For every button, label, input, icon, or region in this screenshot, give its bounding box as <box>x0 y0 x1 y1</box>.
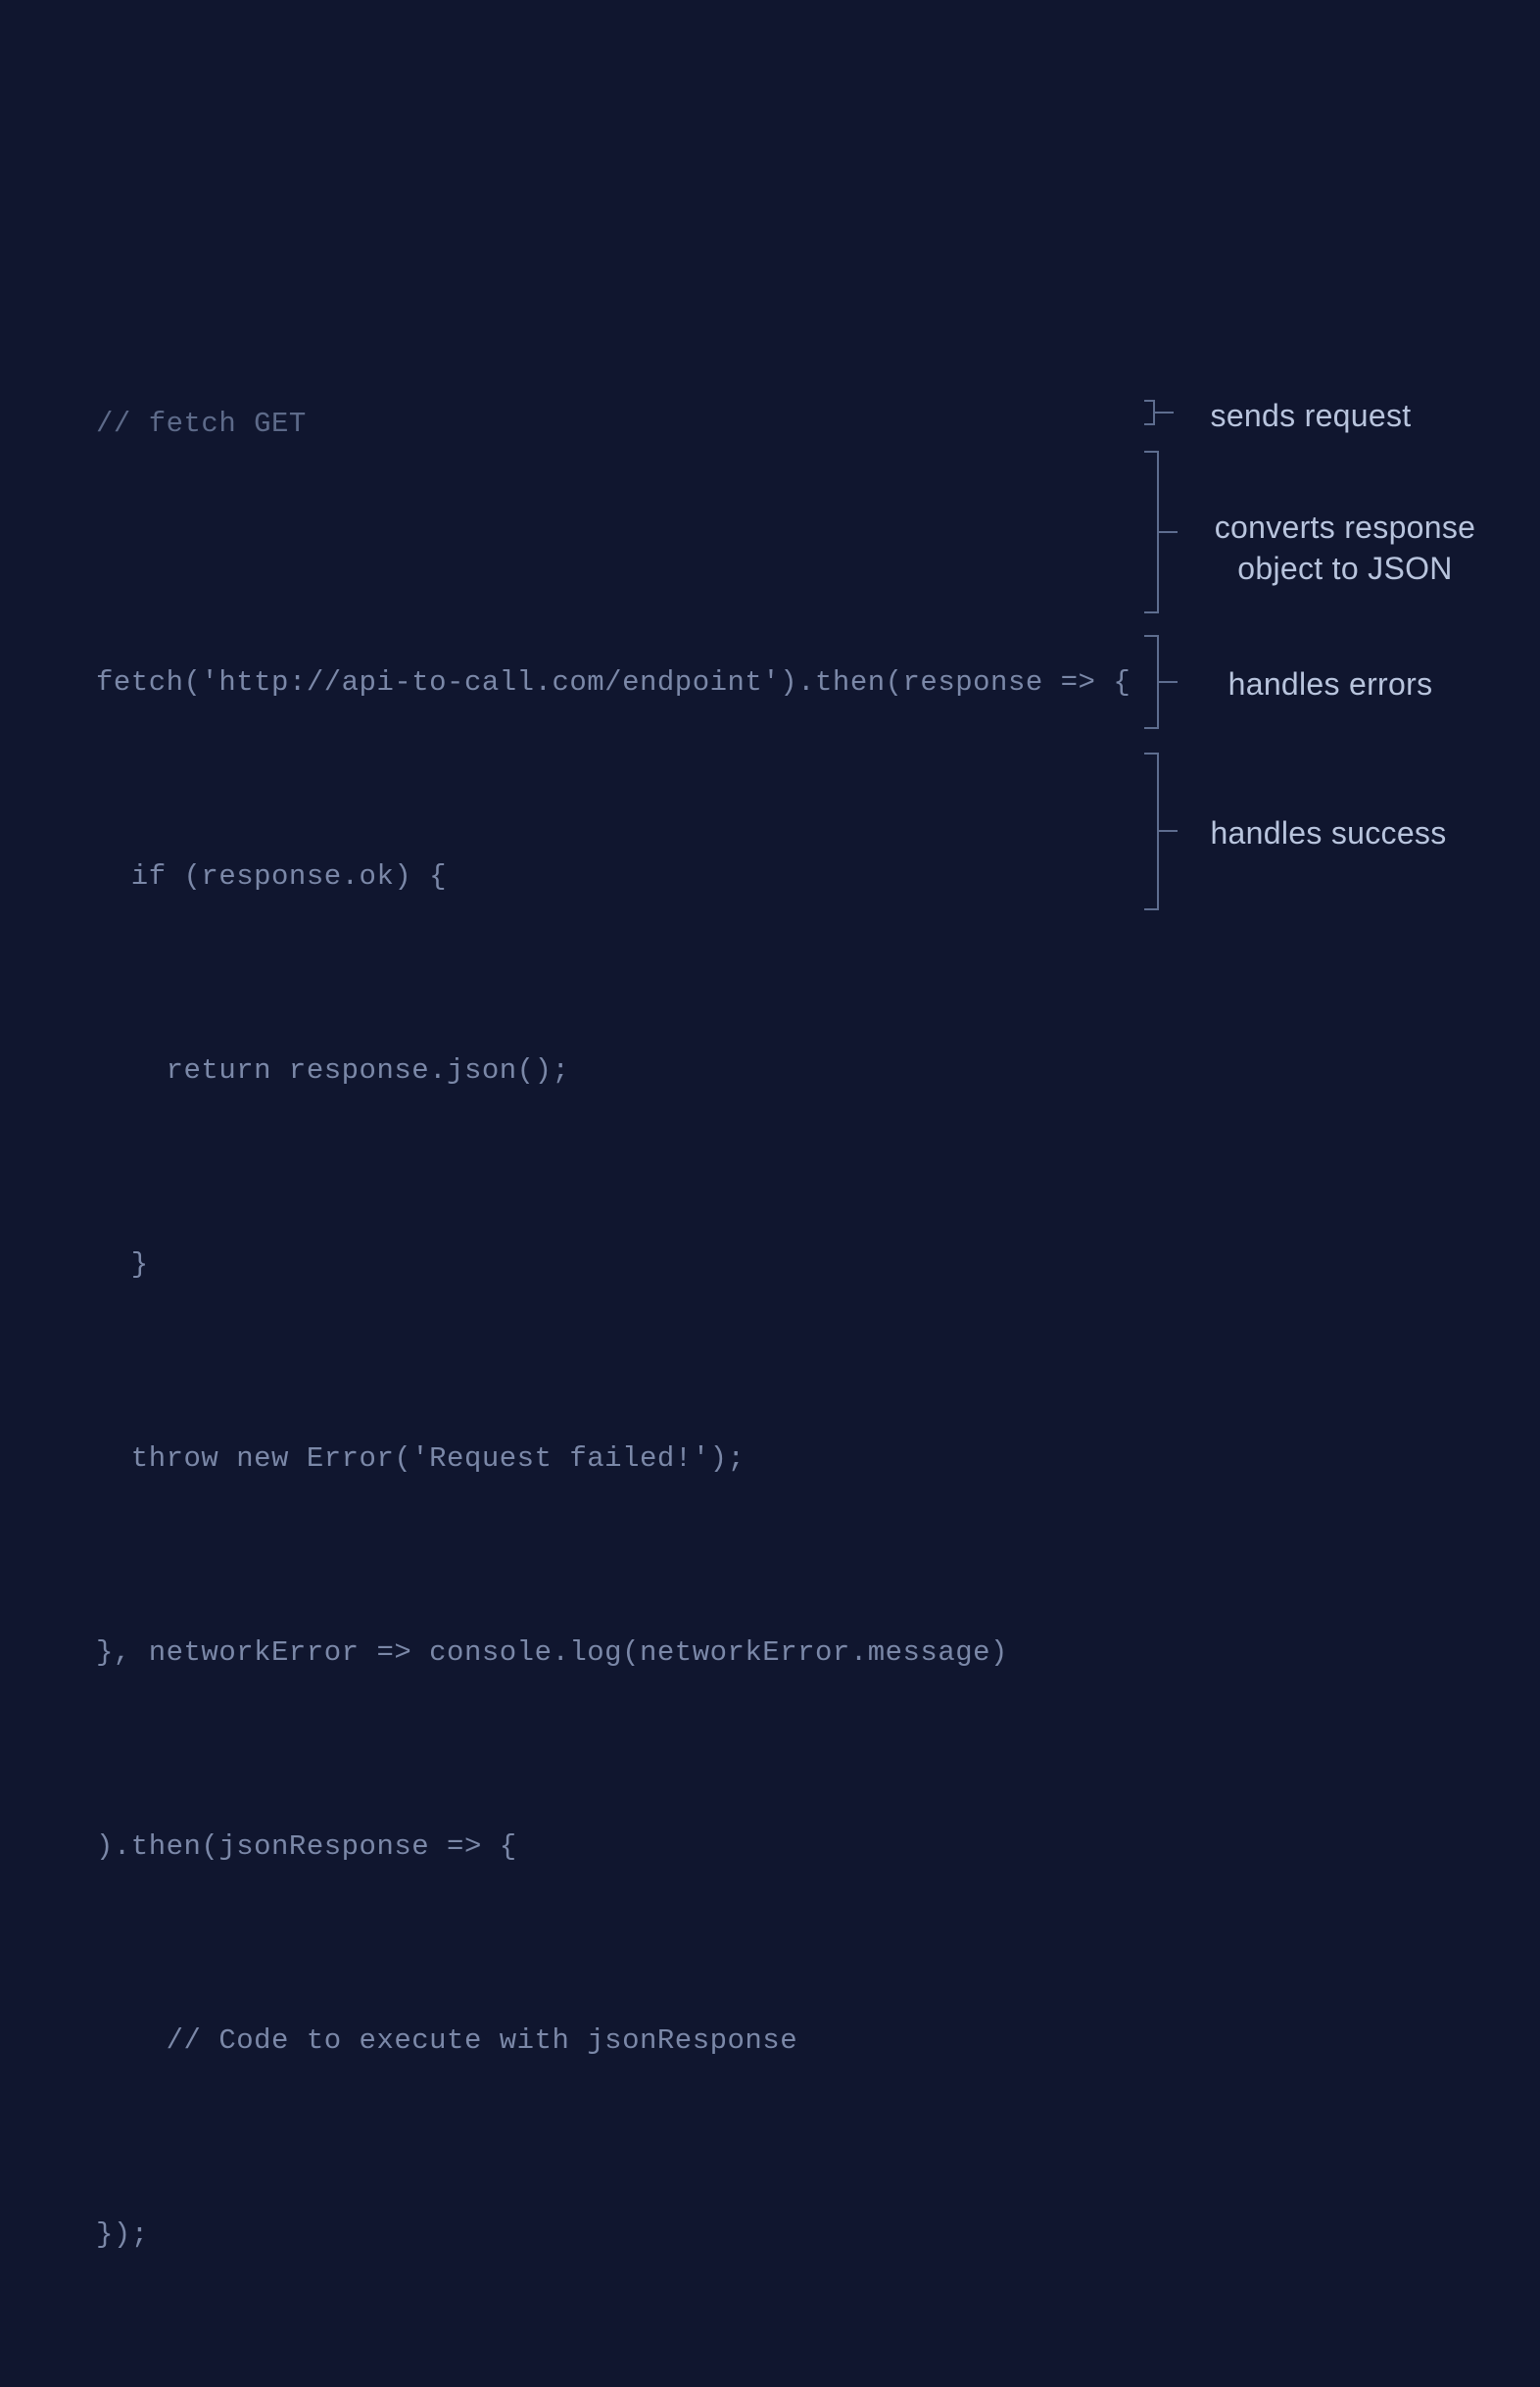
code-line-7: // Code to execute with jsonResponse <box>96 2009 1477 2073</box>
code-line-3: } <box>96 1233 1477 1297</box>
annotation-converts-response-2: object to JSON <box>1193 549 1497 590</box>
code-line-8: }); <box>96 2203 1477 2267</box>
annotation-handles-errors: handles errors <box>1228 666 1433 702</box>
bracket-3 <box>1144 633 1203 731</box>
diagram-container: // fetch GET fetch('http://api-to-call.c… <box>96 263 1477 2387</box>
code-line-1: if (response.ok) { <box>96 845 1477 909</box>
code-line-5: }, networkError => console.log(networkEr… <box>96 1621 1477 1685</box>
code-line-2: return response.json(); <box>96 1039 1477 1103</box>
code-line-6: ).then(jsonResponse => { <box>96 1815 1477 1879</box>
annotation-sends-request: sends request <box>1211 398 1412 433</box>
annotation-converts-response-1: converts response <box>1193 508 1497 549</box>
annotation-handles-success: handles success <box>1210 815 1446 851</box>
code-line-4: throw new Error('Request failed!'); <box>96 1427 1477 1491</box>
